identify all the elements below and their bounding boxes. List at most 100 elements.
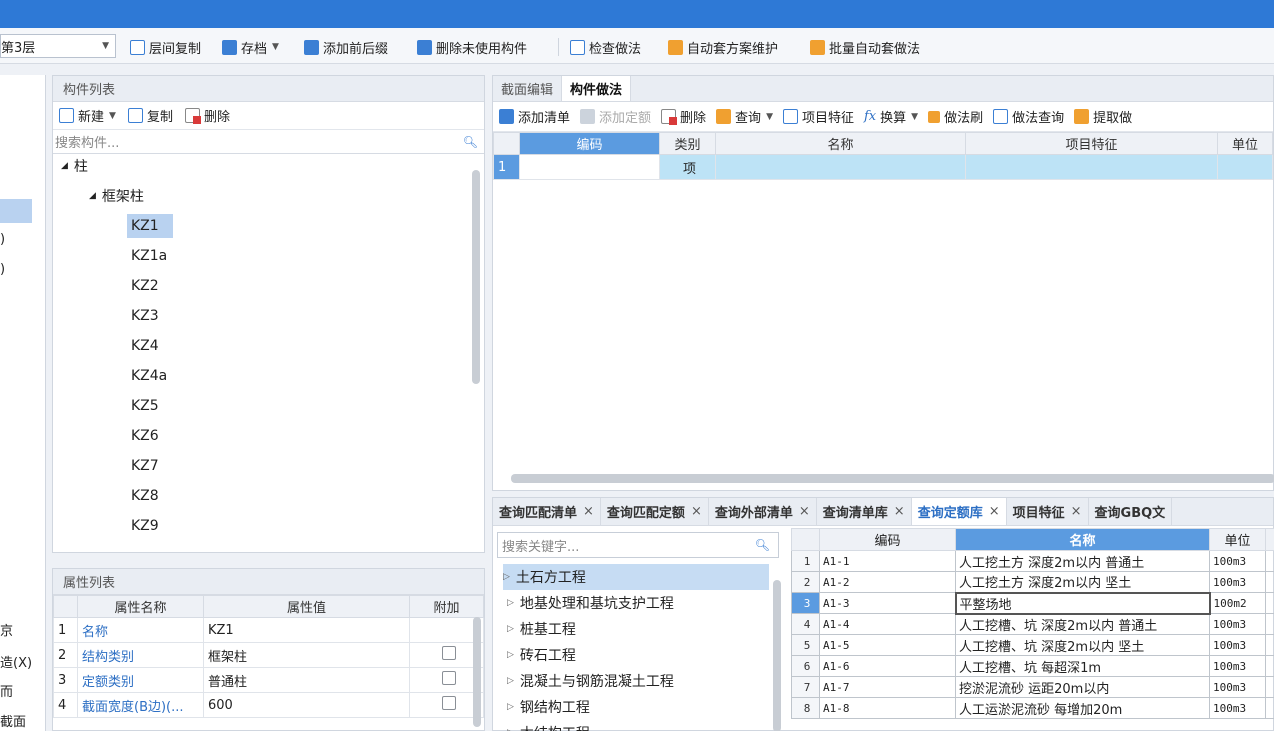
table-row[interactable]: 4 A1-4 人工挖槽、坑 深度2m以内 普通土 100m3 [791,613,1274,635]
code-cell[interactable] [519,154,660,180]
tree-item[interactable]: KZ6 [131,424,159,448]
nav-item[interactable]: 京 [0,620,13,639]
expand-triangle-icon[interactable]: ▷ [507,598,514,608]
extra-checkbox[interactable] [441,696,456,710]
quota-name[interactable]: 人工挖槽、坑 深度2m以内 普通土 [955,613,1210,635]
add-quota-button[interactable]: 添加定额 [580,107,651,126]
tree-item[interactable]: KZ8 [131,484,159,508]
batch-auto-method-button[interactable]: 批量自动套做法 [810,37,920,57]
chapter-item[interactable]: ▷ 桩基工程 [507,616,576,642]
extra-checkbox[interactable] [441,671,456,685]
quota-name[interactable]: 人工挖槽、坑 深度2m以内 坚土 [955,634,1210,656]
nav-item[interactable]: ) [0,262,5,277]
extra-checkbox[interactable] [441,646,456,660]
check-method-button[interactable]: 检查做法 [570,37,641,57]
close-icon[interactable]: × [799,504,810,519]
chapter-item[interactable]: ▷ 砖石工程 [507,642,576,668]
quota-unit[interactable]: 100m3 [1209,697,1266,719]
expand-triangle-icon[interactable]: ▷ [507,650,514,660]
quota-unit[interactable]: 100m3 [1209,634,1266,656]
property-value[interactable]: 600 [203,692,410,718]
quota-unit[interactable]: 100m3 [1209,655,1266,677]
tab-quota-library[interactable]: 查询定额库 × [911,498,1007,525]
property-value[interactable]: 框架柱 [203,642,410,668]
tab-component-method[interactable]: 构件做法 [562,76,632,101]
nav-item[interactable]: 造(X) [0,652,32,671]
quota-name[interactable]: 人工挖槽、坑 每超深1m [955,655,1210,677]
quota-name[interactable]: 人工挖土方 深度2m以内 坚土 [955,571,1210,593]
component-search-input[interactable]: 搜索构件... 🔍︎ [53,130,484,154]
expand-triangle-icon[interactable]: ▷ [507,676,514,686]
floor-select[interactable]: 第3层 ▼ [0,34,116,58]
close-icon[interactable]: × [1071,504,1082,519]
table-row[interactable]: 7 A1-7 挖淤泥流砂 运距20m以内 100m3 [791,676,1274,698]
chapter-item[interactable]: ▷木结构工程 [507,720,590,731]
quota-code[interactable]: A1-5 [819,634,956,656]
quota-name[interactable]: 人工挖土方 深度2m以内 普通土 [955,550,1210,572]
nav-selected-item[interactable] [0,199,32,223]
name-cell[interactable] [715,154,966,180]
unit-cell[interactable] [1217,154,1273,180]
new-component-button[interactable]: 新建 ▼ [59,106,116,125]
table-row[interactable]: 3 A1-3 平整场地 100m2 [791,591,1274,615]
query-button[interactable]: 查询 ▼ [716,107,773,126]
tree-item[interactable]: KZ4 [131,334,159,358]
table-row[interactable]: 6 A1-6 人工挖槽、坑 每超深1m 100m3 [791,655,1274,677]
expand-triangle-icon[interactable]: ▷ [507,702,514,712]
table-row[interactable]: 5 A1-5 人工挖槽、坑 深度2m以内 坚土 100m3 [791,634,1274,656]
quota-unit[interactable]: 100m3 [1209,676,1266,698]
delete-button[interactable]: 删除 [661,107,706,126]
search-icon[interactable]: 🔍︎ [755,538,770,552]
type-cell[interactable]: 项 [659,154,716,180]
copy-between-floors-button[interactable]: 层间复制 [130,37,201,57]
quota-code[interactable]: A1-3 [819,592,956,614]
tab-item-feature[interactable]: 项目特征 × [1007,498,1089,525]
property-value[interactable]: 普通柱 [203,667,410,693]
method-brush-button[interactable]: 做法刷 [928,107,983,126]
table-row[interactable]: 1 项 [493,154,1273,180]
close-icon[interactable]: × [989,504,1000,519]
tree-item[interactable]: KZ7 [131,454,159,478]
chapter-scrollbar[interactable] [773,580,781,731]
tree-node-column[interactable]: ◢ 柱 [61,154,88,178]
table-row[interactable]: 2 A1-2 人工挖土方 深度2m以内 坚土 100m3 [791,571,1274,593]
quota-unit[interactable]: 100m2 [1209,592,1266,614]
tree-item[interactable]: KZ3 [131,304,159,328]
table-row[interactable]: 1 A1-1 人工挖土方 深度2m以内 普通土 100m3 [791,550,1274,572]
archive-button[interactable]: 存档 ▼ [222,37,279,57]
quota-code[interactable]: A1-7 [819,676,956,698]
nav-item[interactable]: ) [0,232,5,247]
table-row[interactable]: 3 定额类别 普通柱 [53,667,484,693]
tree-item-kz1[interactable]: KZ1 [127,214,173,238]
add-prefix-suffix-button[interactable]: 添加前后缀 [304,37,388,57]
collapse-triangle-icon[interactable]: ◢ [61,161,68,171]
table-row[interactable]: 4 截面宽度(B边)(... 600 [53,692,484,718]
feature-cell[interactable] [965,154,1218,180]
extract-method-button[interactable]: 提取做 [1074,107,1132,126]
table-row[interactable]: 2 结构类别 框架柱 [53,642,484,668]
expand-triangle-icon[interactable]: ▷ [507,624,514,634]
chapter-item[interactable]: ▷ 钢结构工程 [507,694,590,720]
quota-code[interactable]: A1-6 [819,655,956,677]
quota-unit[interactable]: 100m3 [1209,571,1266,593]
auto-scheme-maintenance-button[interactable]: 自动套方案维护 [668,37,778,57]
property-value[interactable]: KZ1 [203,617,410,643]
horizontal-scrollbar[interactable] [511,474,1274,483]
tab-match-quota[interactable]: 查询匹配定额 × [601,498,709,525]
expand-triangle-icon[interactable]: ▷ [503,572,510,582]
chapter-item[interactable]: ▷ 混凝土与钢筋混凝土工程 [507,668,674,694]
table-row[interactable]: 1 名称 KZ1 [53,617,484,643]
tree-item[interactable]: KZ5 [131,394,159,418]
delete-component-button[interactable]: 删除 [184,106,230,125]
quota-unit[interactable]: 100m3 [1209,613,1266,635]
item-feature-button[interactable]: 项目特征 [782,107,854,126]
chapter-item[interactable]: ▷ 地基处理和基坑支护工程 [507,590,674,616]
tree-scrollbar[interactable] [472,170,480,384]
copy-component-button[interactable]: 复制 [127,106,173,125]
tree-item[interactable]: KZ1a [131,244,167,268]
tree-item[interactable]: KZ9 [131,514,159,538]
tree-node-frame-column[interactable]: ◢ 框架柱 [89,184,144,208]
nav-item[interactable]: 而 [0,681,13,700]
collapse-triangle-icon[interactable]: ◢ [89,191,96,201]
quota-code[interactable]: A1-8 [819,697,956,719]
